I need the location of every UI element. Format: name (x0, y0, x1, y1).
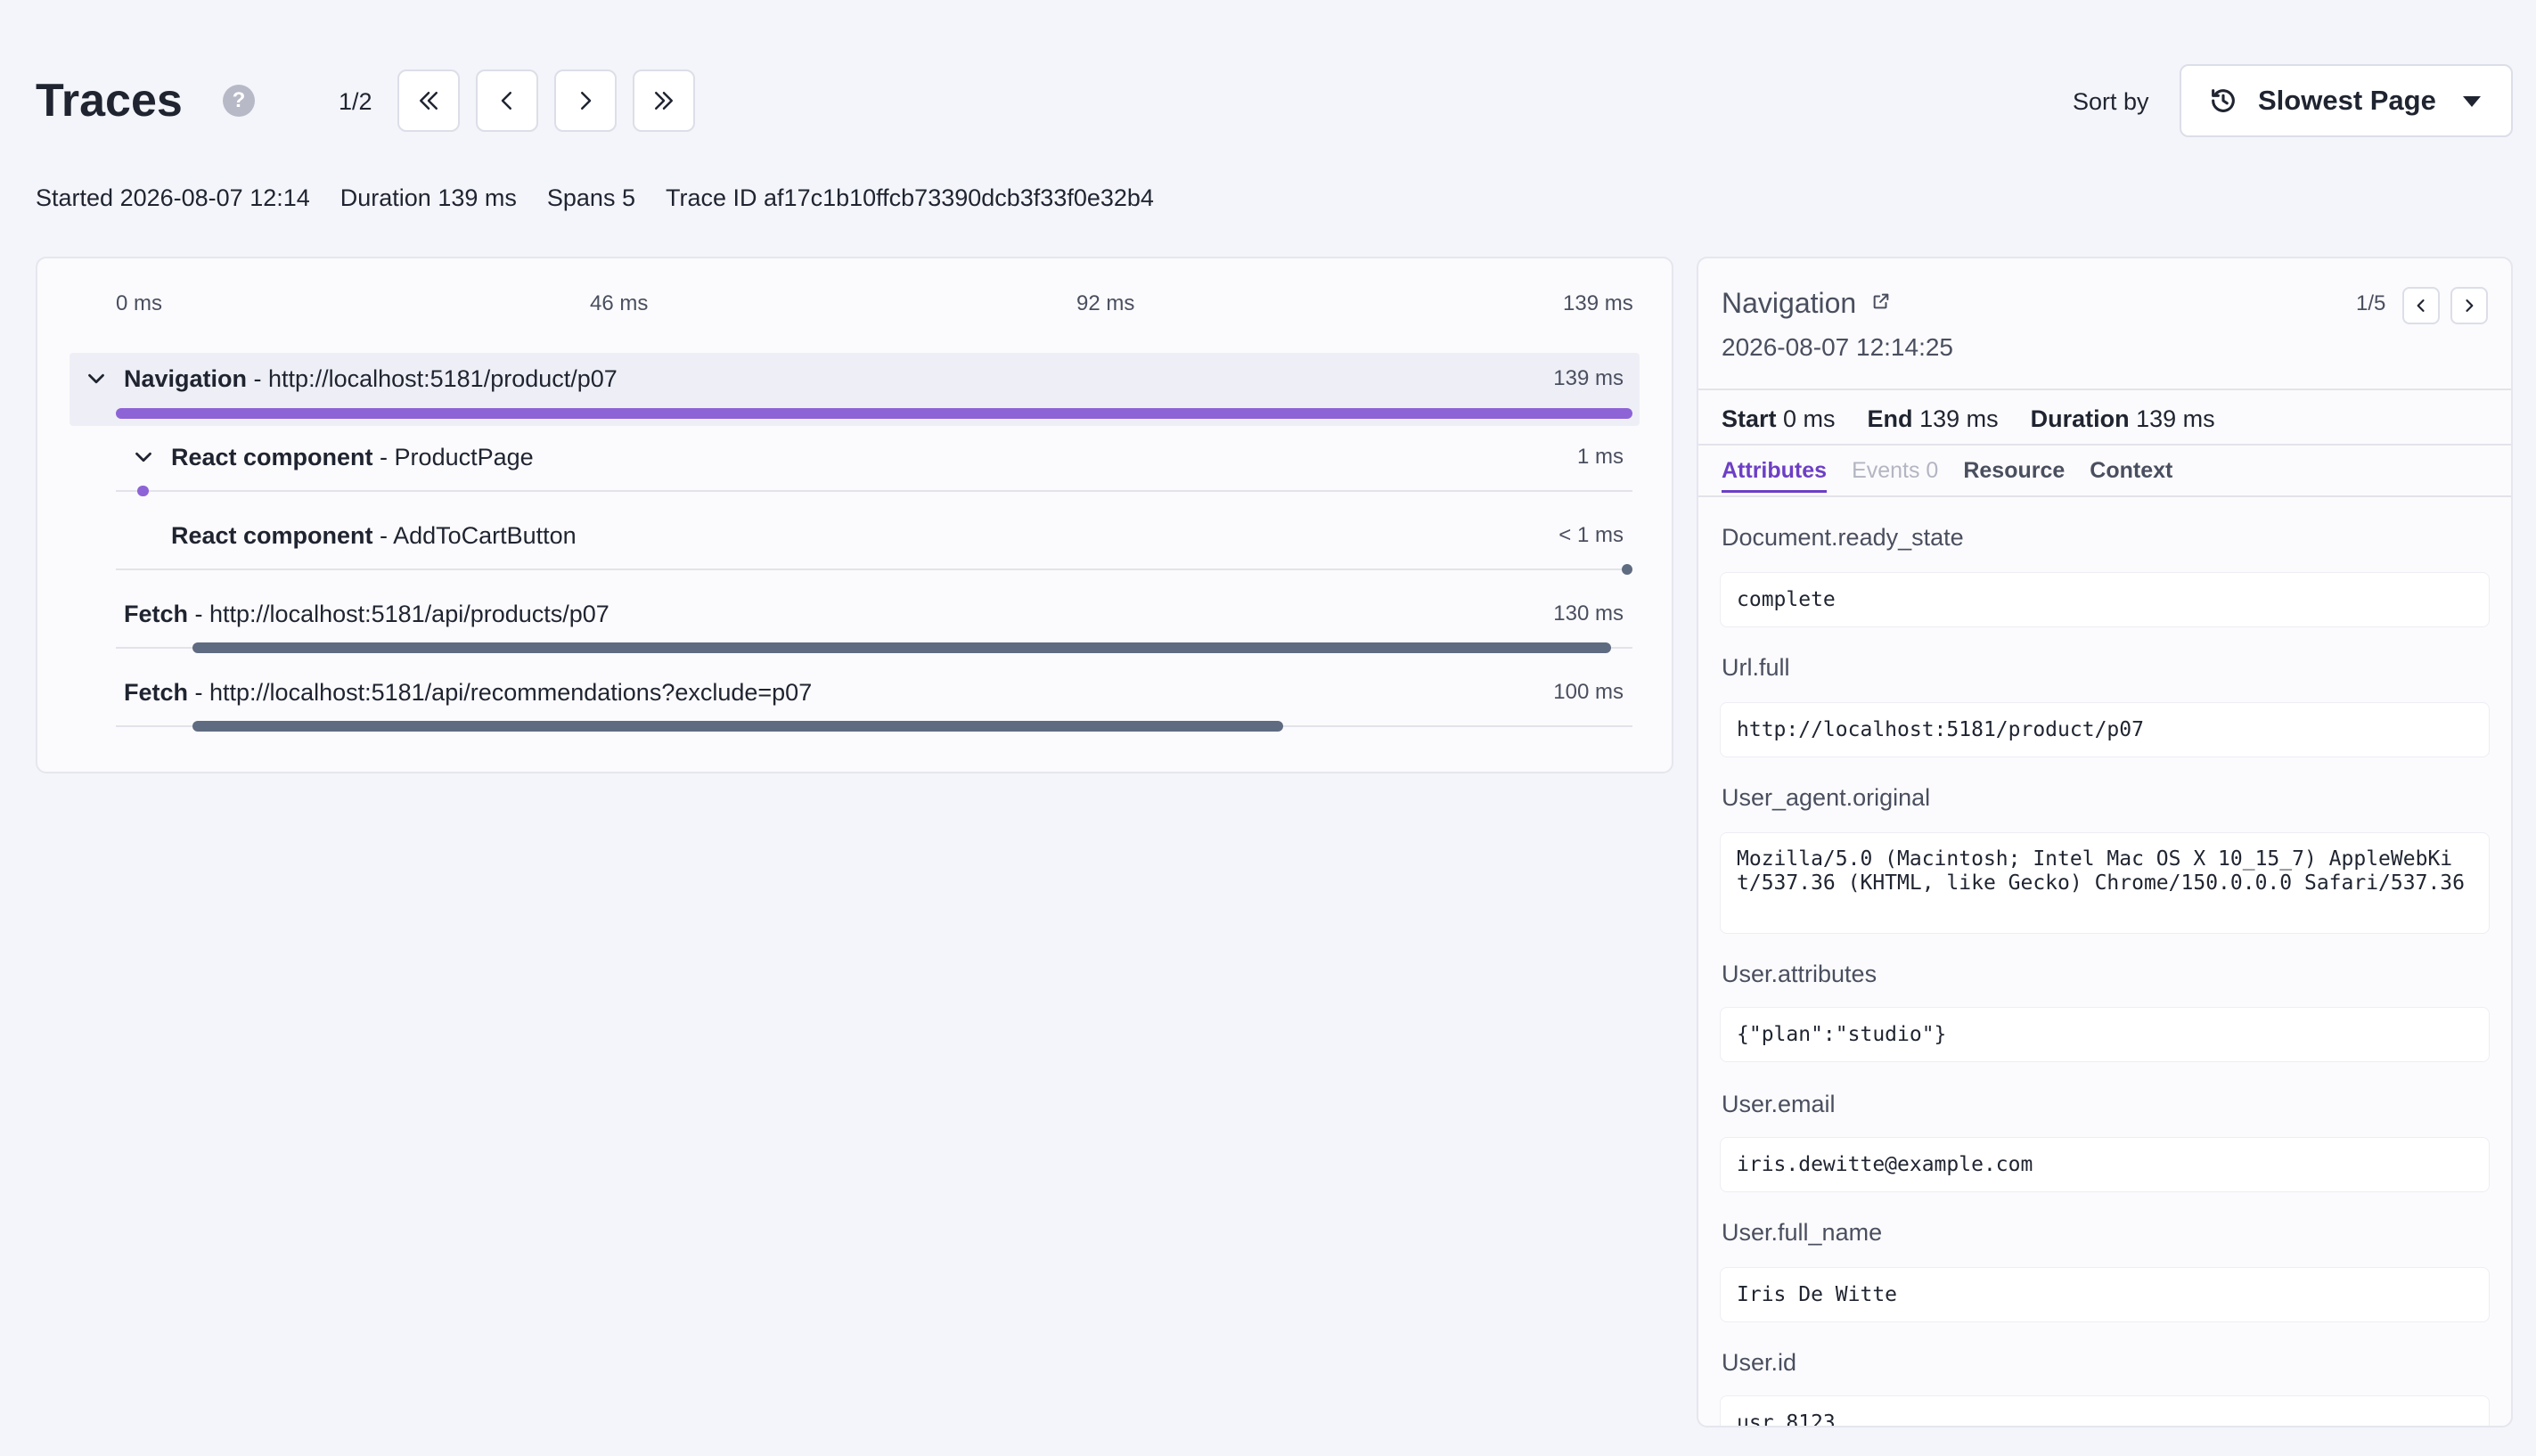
chevron-left-icon (501, 92, 511, 110)
panel-title: Navigation (1722, 285, 1891, 321)
attribute-key: Document.ready_state (1722, 524, 1964, 551)
timeline-tick: 0 ms (116, 291, 163, 315)
span-name: Fetch (124, 601, 189, 627)
tab-events[interactable]: Events 0 (1852, 456, 1938, 493)
sort-select[interactable]: Slowest Page (2180, 64, 2513, 137)
tab-context[interactable]: Context (2090, 456, 2172, 493)
started-value: 2026-08-07 12:14 (119, 184, 310, 211)
span-duration: 1 ms (1576, 445, 1624, 469)
span-detail: http://localhost:5181/api/recommendation… (209, 679, 813, 706)
span-bar[interactable] (116, 408, 1632, 419)
span-detail: http://localhost:5181/product/p07 (268, 365, 618, 392)
spans-label: Spans (546, 184, 616, 211)
chevron-down-icon[interactable] (83, 365, 110, 392)
double-chevron-left-icon (420, 92, 438, 110)
attribute-key: User_agent.original (1722, 784, 1931, 811)
history-icon (2212, 89, 2235, 112)
divider (1698, 495, 2511, 497)
trace-pager-count: 1/2 (339, 88, 372, 115)
tab-resource[interactable]: Resource (1963, 456, 2065, 493)
timeline-tick: 92 ms (1076, 291, 1135, 315)
trace-summary: Started 2026-08-07 12:14 Duration 139 ms… (36, 182, 1154, 214)
span-row-navigation[interactable]: Navigation - http://localhost:5181/produ… (124, 364, 618, 394)
row-divider (116, 490, 1632, 492)
span-detail: http://localhost:5181/api/products/p07 (209, 601, 609, 627)
next-page-button[interactable] (554, 70, 617, 132)
page-title: Traces (36, 75, 183, 127)
span-duration: 100 ms (1553, 680, 1624, 704)
span-duration: < 1 ms (1558, 523, 1624, 547)
attribute-key: User.id (1722, 1349, 1797, 1376)
span-bar[interactable] (192, 721, 1284, 732)
prev-page-button[interactable] (476, 70, 538, 132)
span-detail: ProductPage (394, 444, 534, 470)
row-divider (116, 568, 1632, 570)
attribute-value[interactable]: complete (1720, 572, 2490, 627)
span-row-react-addtocart[interactable]: React component - AddToCartButton (171, 520, 577, 551)
start-value: 0 ms (1783, 405, 1836, 432)
sort-by-label: Sort by (2073, 88, 2149, 115)
span-duration: 130 ms (1553, 601, 1624, 626)
timeline-tick: 46 ms (590, 291, 649, 315)
chevron-down-icon[interactable] (130, 444, 157, 470)
span-stats: Start 0 ms End 139 ms Duration 139 ms (1722, 405, 2215, 432)
span-pager-count: 1/5 (2356, 291, 2386, 315)
attribute-value[interactable]: http://localhost:5181/product/p07 (1720, 702, 2490, 757)
duration-label: Duration (339, 184, 431, 211)
started-label: Started (36, 184, 114, 211)
attribute-value[interactable]: Iris De Witte (1720, 1267, 2490, 1322)
first-page-button[interactable] (397, 70, 460, 132)
end-value: 139 ms (1919, 405, 1999, 432)
attribute-value[interactable]: iris.dewitte@example.com (1720, 1137, 2490, 1192)
prev-span-button[interactable] (2402, 287, 2440, 324)
trace-id-value: af17c1b10ffcb73390dcb3f33f0e32b4 (764, 184, 1154, 211)
attribute-clip: usr_8123 (1698, 1395, 2511, 1426)
chevron-right-icon (2466, 299, 2474, 312)
span-name: React component (171, 444, 373, 470)
attribute-key: User.email (1722, 1091, 1836, 1117)
timeline-tick: 139 ms (1563, 291, 1633, 315)
duration-value: 139 ms (2136, 405, 2215, 432)
panel-date: 2026-08-07 12:14:25 (1722, 333, 1953, 361)
attribute-key: User.attributes (1722, 961, 1877, 987)
chevron-right-icon (581, 92, 592, 110)
span-name: Fetch (124, 679, 189, 706)
next-span-button[interactable] (2450, 287, 2488, 324)
span-detail: AddToCartButton (393, 522, 577, 549)
span-name: React component (171, 522, 373, 549)
attribute-key: Url.full (1722, 654, 1790, 681)
span-duration: 139 ms (1553, 366, 1624, 390)
span-row-react-productpage[interactable]: React component - ProductPage (171, 442, 534, 472)
attribute-value[interactable]: {"plan":"studio"} (1720, 1007, 2490, 1062)
divider (1698, 389, 2511, 390)
tab-attributes[interactable]: Attributes (1722, 456, 1828, 493)
span-bar[interactable] (192, 642, 1611, 653)
double-chevron-right-icon (655, 92, 673, 110)
caret-down-icon (2463, 96, 2481, 107)
span-row-fetch-recommendations[interactable]: Fetch - http://localhost:5181/api/recomm… (124, 677, 812, 708)
span-bar[interactable] (137, 486, 149, 496)
span-name: Navigation (124, 365, 248, 392)
spans-value: 5 (621, 184, 635, 211)
attribute-value[interactable]: usr_8123 (1720, 1395, 2490, 1426)
duration-value: 139 ms (438, 184, 517, 211)
panel-tabs: Attributes Events 0 Resource Context (1722, 456, 2172, 493)
attribute-key: User.full_name (1722, 1219, 1883, 1246)
help-icon[interactable]: ? (223, 85, 255, 117)
external-link-icon[interactable] (1871, 291, 1891, 311)
chevron-left-icon (2417, 299, 2425, 312)
last-page-button[interactable] (633, 70, 695, 132)
span-bar[interactable] (1622, 564, 1632, 575)
divider (1698, 444, 2511, 446)
sort-select-value: Slowest Page (2258, 85, 2436, 116)
trace-id-label: Trace ID (666, 184, 757, 211)
attribute-value[interactable]: Mozilla/5.0 (Macintosh; Intel Mac OS X 1… (1720, 832, 2490, 934)
span-row-fetch-products[interactable]: Fetch - http://localhost:5181/api/produc… (124, 599, 609, 629)
